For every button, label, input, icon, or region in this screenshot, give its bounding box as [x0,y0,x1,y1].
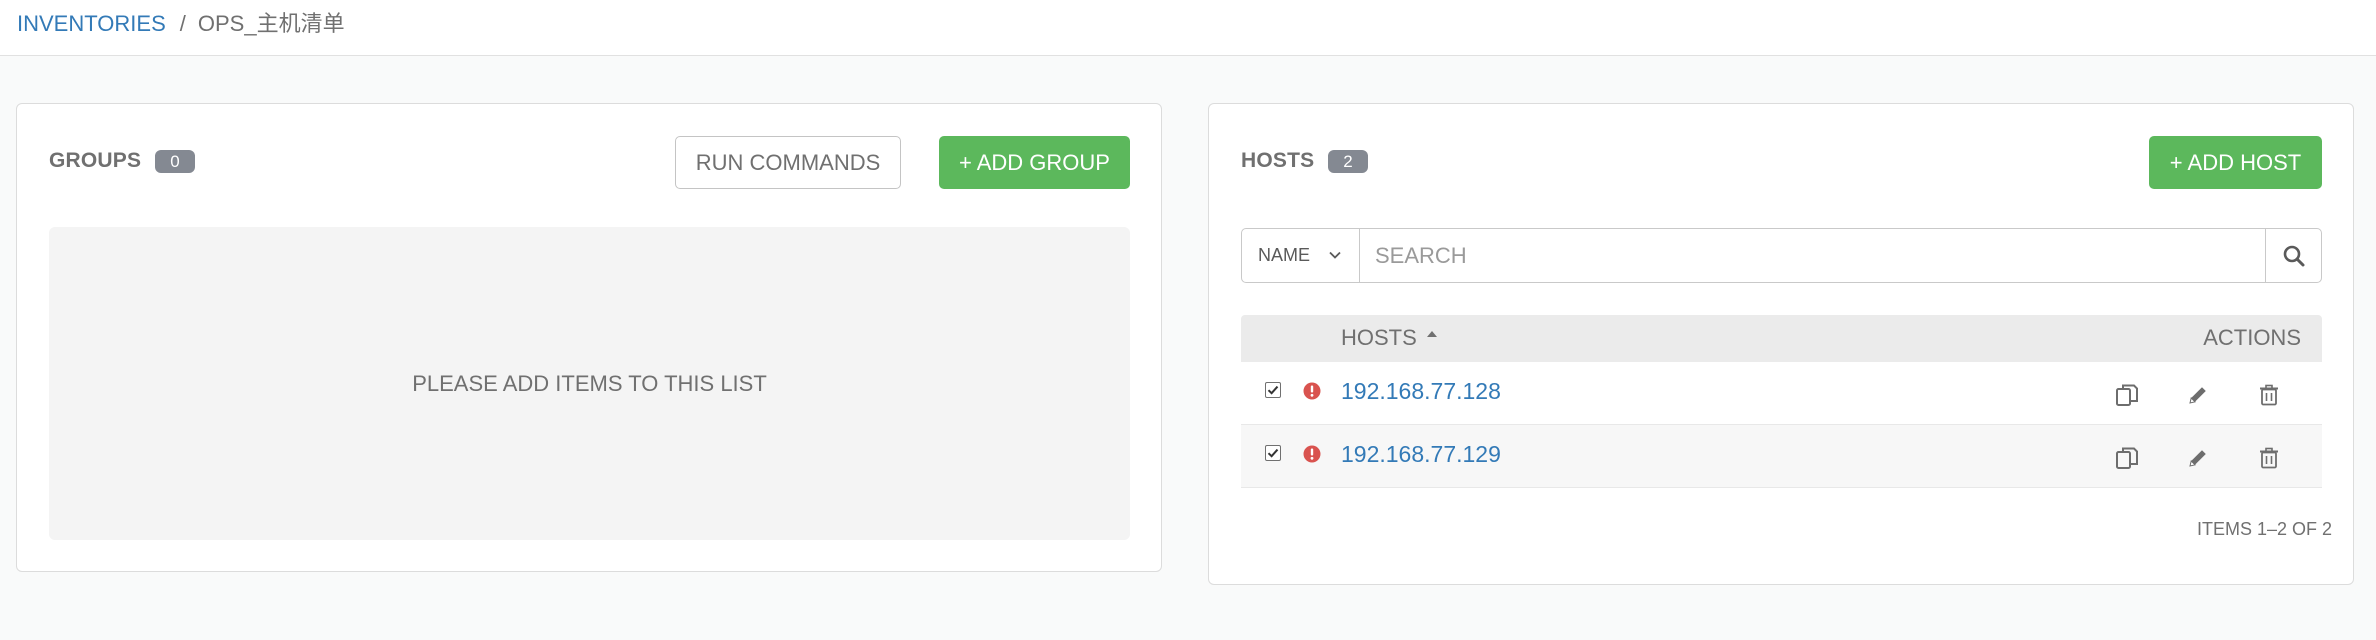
breadcrumb-bar: INVENTORIES / OPS_主机清单 [0,0,2376,56]
exclamation-circle-icon[interactable] [1303,382,1321,400]
exclamation-circle-icon[interactable] [1303,445,1321,463]
breadcrumb-current: OPS_主机清单 [197,11,345,36]
chevron-down-icon [1329,251,1341,259]
copy-host-button[interactable] [2114,445,2140,471]
trash-icon [2260,384,2278,406]
host-name-link[interactable]: 192.168.77.129 [1341,441,1501,468]
edit-host-button[interactable] [2185,382,2211,408]
host-enabled-checkbox[interactable] [1265,382,1281,398]
groups-empty-message: PLEASE ADD ITEMS TO THIS LIST [412,370,767,396]
groups-panel: GROUPS 0 RUN COMMANDS + ADD GROUP PLEASE… [16,103,1162,572]
check-icon [1267,448,1279,458]
trash-icon [2260,447,2278,469]
copy-icon [2116,384,2138,406]
add-group-button[interactable]: + ADD GROUP [939,136,1130,189]
search-field-select[interactable]: NAME [1242,229,1360,282]
search-button[interactable] [2265,229,2321,282]
host-enabled-checkbox[interactable] [1265,445,1281,461]
search-input[interactable] [1360,229,2266,282]
copy-icon [2116,447,2138,469]
column-header-actions: ACTIONS [2203,325,2301,350]
host-name-link[interactable]: 192.168.77.128 [1341,378,1501,405]
pencil-icon [2189,387,2206,404]
table-row: 192.168.77.128 [1241,362,2322,425]
groups-count-badge: 0 [155,150,195,173]
check-icon [1267,385,1279,395]
edit-host-button[interactable] [2185,445,2211,471]
search-field-label: NAME [1258,245,1311,265]
pagination-summary: ITEMS 1–2 OF 2 [2196,519,2332,539]
table-row: 192.168.77.129 [1241,425,2322,488]
groups-empty-state: PLEASE ADD ITEMS TO THIS LIST [49,227,1130,540]
table-header: HOSTS ACTIONS [1241,315,2322,362]
search-icon [2283,245,2304,266]
breadcrumb-separator: / [179,11,186,36]
breadcrumb-inventories-link[interactable]: INVENTORIES [17,11,166,36]
column-header-hosts[interactable]: HOSTS [1341,325,1417,351]
groups-title: GROUPS [49,149,142,172]
pencil-icon [2189,450,2206,467]
add-host-button[interactable]: + ADD HOST [2149,136,2322,189]
hosts-table: HOSTS ACTIONS 192.168.77.128 192.168.77.… [1241,315,2322,488]
hosts-title: HOSTS [1241,149,1315,172]
hosts-count-badge: 2 [1328,150,1368,173]
copy-host-button[interactable] [2114,382,2140,408]
caret-up-icon[interactable] [1424,328,1440,338]
search-bar: NAME [1241,228,2322,283]
hosts-panel: HOSTS 2 + ADD HOST NAME HOSTS ACTIONS [1208,103,2354,585]
delete-host-button[interactable] [2256,382,2282,408]
run-commands-button[interactable]: RUN COMMANDS [675,136,901,189]
delete-host-button[interactable] [2256,445,2282,471]
breadcrumb: INVENTORIES / OPS_主机清单 [17,11,345,37]
